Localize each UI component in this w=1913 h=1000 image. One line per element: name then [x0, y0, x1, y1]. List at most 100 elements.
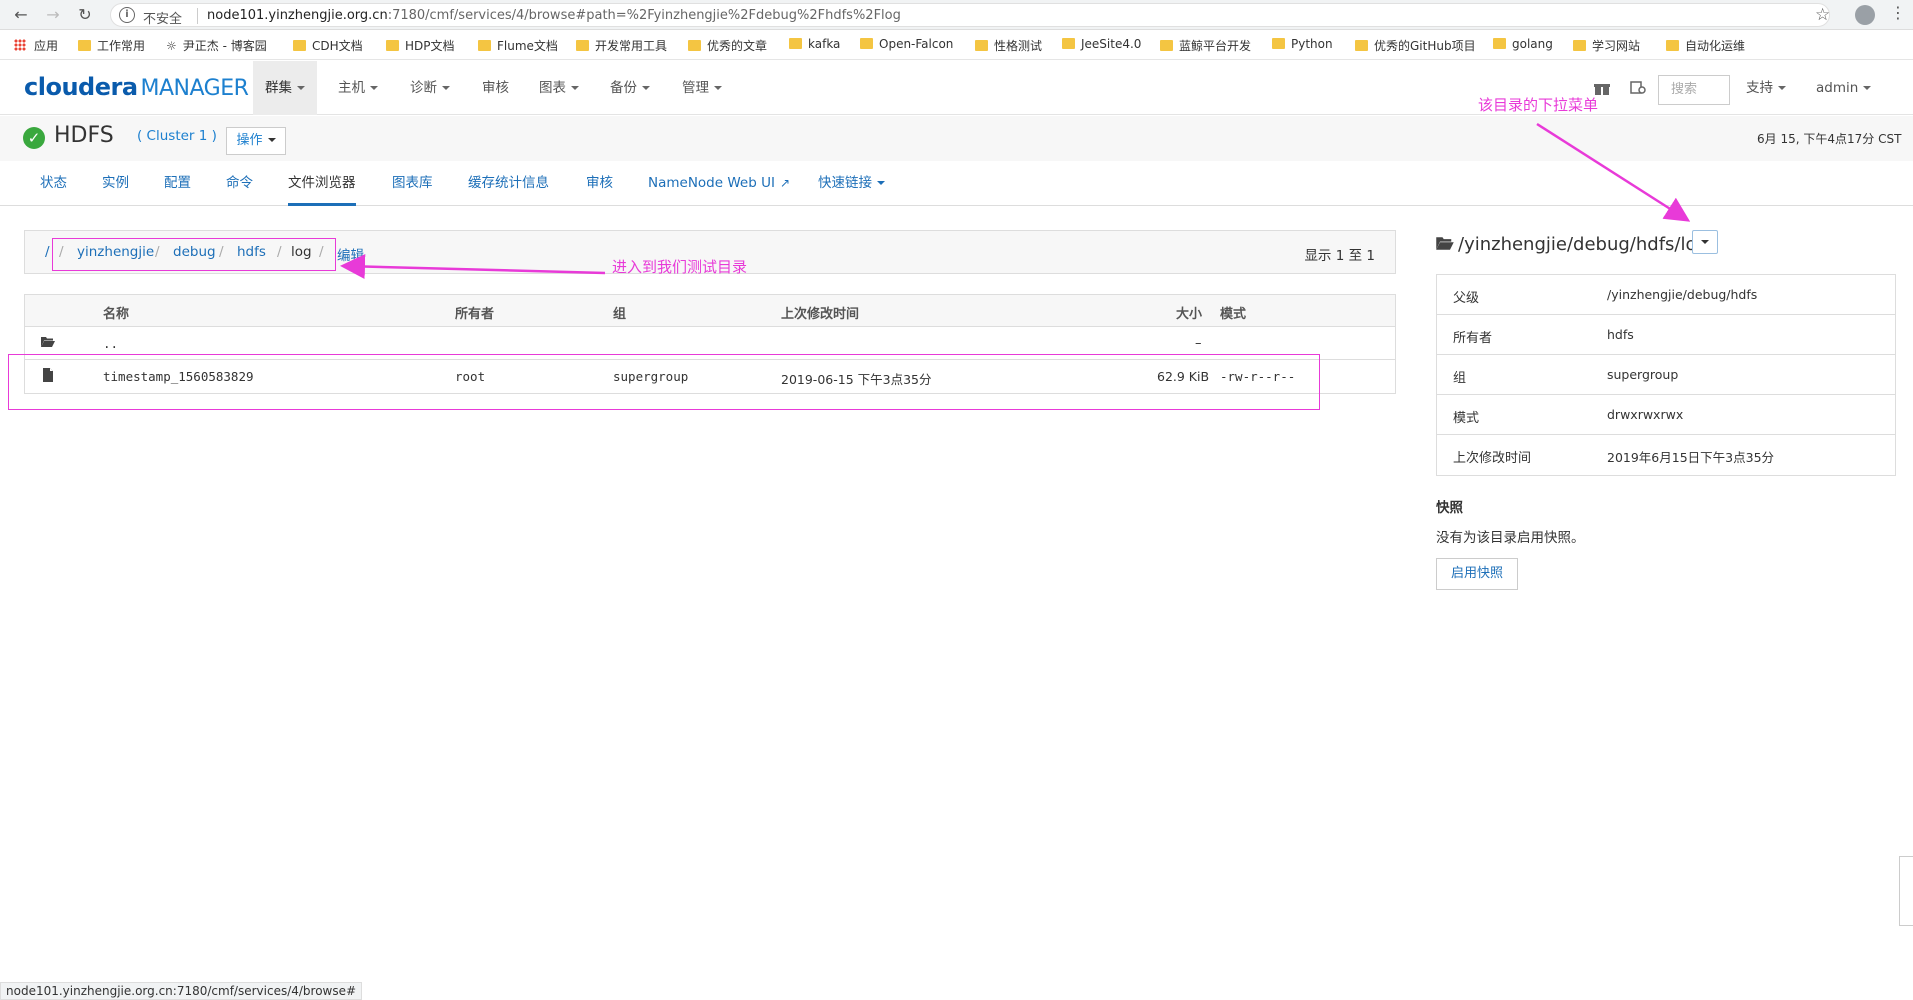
gift-icon[interactable] [1594, 81, 1610, 95]
url-input[interactable]: i 不安全 node101.yinzhengjie.org.cn:7180/cm… [110, 3, 1830, 27]
bookmark-folder[interactable]: 性格测试 [975, 37, 1042, 54]
column-header-owner[interactable]: 所有者 [455, 303, 494, 322]
external-link-icon: ↗ [779, 176, 791, 190]
tab-label: 快速链接 [818, 175, 872, 191]
directory-path: /yinzhengjie/debug/hdfs/log [1458, 234, 1708, 255]
column-header-mode[interactable]: 模式 [1220, 303, 1246, 322]
tab-configuration[interactable]: 配置 [164, 162, 191, 206]
bookmark-star-icon[interactable]: ☆ [1815, 5, 1830, 25]
caret-down-icon [642, 86, 650, 90]
bookmark-folder[interactable]: Open-Falcon [860, 37, 953, 51]
enable-snapshot-button[interactable]: 启用快照 [1436, 558, 1518, 590]
actions-dropdown-button[interactable]: 操作 [226, 127, 286, 155]
nav-backup[interactable]: 备份 [598, 61, 662, 115]
folder-icon [478, 40, 491, 51]
directory-path-title: /yinzhengjie/debug/hdfs/log [1436, 234, 1708, 255]
tab-audits[interactable]: 审核 [586, 162, 613, 206]
bookmark-label: kafka [808, 37, 841, 51]
back-arrow-icon[interactable]: ← [10, 4, 32, 26]
table-header: 名称 所有者 组 上次修改时间 大小 模式 [25, 295, 1395, 327]
search-input[interactable]: 搜索 [1658, 75, 1730, 105]
nav-hosts[interactable]: 主机 [326, 61, 390, 115]
bookmark-folder[interactable]: golang [1493, 37, 1553, 51]
cm-top-nav: cloudera MANAGER 群集 主机 诊断 审核 图表 备份 管理 搜索 … [0, 61, 1913, 115]
actions-label: 操作 [236, 133, 263, 148]
bookmark-apps[interactable]: 应用 [14, 37, 58, 54]
bookmark-folder[interactable]: JeeSite4.0 [1062, 37, 1141, 51]
forward-arrow-icon[interactable]: → [42, 4, 64, 26]
tab-namenode-web-ui[interactable]: NameNode Web UI ↗ [648, 162, 790, 206]
tab-commands[interactable]: 命令 [226, 162, 253, 206]
folder-icon [975, 40, 988, 51]
folder-icon [1272, 38, 1285, 49]
column-header-group[interactable]: 组 [613, 303, 626, 322]
breadcrumb-edit[interactable]: 编辑 [337, 244, 364, 264]
logo-main: cloudera [24, 73, 138, 101]
parent-size: – [1195, 336, 1202, 351]
nav-admin[interactable]: 管理 [670, 61, 734, 115]
info-value: drwxrwxrwx [1607, 407, 1684, 422]
tab-label: NameNode Web UI [648, 175, 775, 191]
cloudera-logo[interactable]: cloudera MANAGER [24, 73, 249, 101]
bookmark-folder[interactable]: Flume文档 [478, 37, 558, 54]
tab-status[interactable]: 状态 [40, 162, 67, 206]
nav-user[interactable]: admin [1804, 61, 1883, 115]
folder-open-icon [1436, 237, 1454, 250]
column-header-modified[interactable]: 上次修改时间 [781, 303, 859, 322]
bookmark-blog[interactable]: ☼ 尹正杰 - 博客园 [166, 37, 267, 54]
folder-icon [1573, 40, 1586, 51]
tasks-icon[interactable] [1630, 81, 1646, 95]
bookmark-folder[interactable]: kafka [789, 37, 840, 51]
nav-clusters[interactable]: 群集 [253, 61, 317, 115]
bookmark-label: 学习网站 [1592, 39, 1641, 53]
parent-dir-link[interactable]: .. [103, 336, 118, 351]
feedback-tab[interactable] [1899, 856, 1913, 926]
bookmark-label: 开发常用工具 [595, 39, 668, 53]
browser-address-bar: ← → ↻ i 不安全 node101.yinzhengjie.org.cn:7… [0, 0, 1913, 30]
folder-icon [293, 40, 306, 51]
more-menu-icon[interactable]: ⋮ [1890, 3, 1906, 22]
info-key: 所有者 [1453, 331, 1493, 346]
column-header-name[interactable]: 名称 [103, 303, 129, 322]
tab-chart-library[interactable]: 图表库 [392, 162, 433, 206]
bookmark-folder[interactable]: HDP文档 [386, 37, 455, 54]
column-header-size[interactable]: 大小 [1176, 303, 1202, 322]
snapshot-heading: 快照 [1436, 500, 1463, 516]
nav-support[interactable]: 支持 [1734, 61, 1798, 115]
directory-dropdown-button[interactable] [1692, 230, 1718, 254]
caret-down-icon [1778, 86, 1786, 90]
info-icon[interactable]: i [119, 7, 135, 23]
bookmark-folder[interactable]: Python [1272, 37, 1333, 51]
tab-file-browser[interactable]: 文件浏览器 [288, 162, 356, 206]
nav-audits[interactable]: 审核 [470, 61, 521, 115]
folder-icon [1493, 38, 1506, 49]
bookmark-folder[interactable]: 工作常用 [78, 37, 145, 54]
nav-charts[interactable]: 图表 [527, 61, 591, 115]
bookmark-label: 应用 [34, 39, 59, 53]
nav-label: 诊断 [410, 80, 437, 96]
annotation-directory-note: 进入到我们测试目录 [612, 258, 748, 276]
profile-avatar-icon[interactable] [1855, 5, 1875, 25]
tab-cache-statistics[interactable]: 缓存统计信息 [468, 162, 549, 206]
bookmark-label: 优秀的GitHub项目 [1374, 39, 1476, 53]
bookmark-folder[interactable]: 优秀的GitHub项目 [1355, 37, 1476, 54]
info-key: 上次修改时间 [1453, 451, 1532, 466]
bookmark-folder[interactable]: 自动化运维 [1666, 37, 1745, 54]
reload-icon[interactable]: ↻ [74, 4, 96, 26]
bookmark-folder[interactable]: 学习网站 [1573, 37, 1640, 54]
nav-diagnostics[interactable]: 诊断 [398, 61, 462, 115]
tab-instances[interactable]: 实例 [102, 162, 129, 206]
bookmark-folder[interactable]: 开发常用工具 [576, 37, 667, 54]
caret-down-icon [571, 86, 579, 90]
bookmark-folder[interactable]: CDH文档 [293, 37, 363, 54]
snapshot-status: 没有为该目录启用快照。 [1436, 530, 1585, 546]
tab-quick-links[interactable]: 快速链接 [818, 162, 885, 206]
cluster-link[interactable]: ( Cluster 1 ) [137, 128, 217, 144]
bookmark-folder[interactable]: 蓝鲸平台开发 [1160, 37, 1251, 54]
bookmark-folder[interactable]: 优秀的文章 [688, 37, 767, 54]
info-key: 模式 [1453, 411, 1480, 426]
bookmark-label: JeeSite4.0 [1081, 37, 1142, 51]
breadcrumb-root[interactable]: / [45, 244, 50, 260]
info-row: 所有者 hdfs [1437, 315, 1895, 355]
url-host: node101.yinzhengjie.org.cn [207, 8, 388, 23]
